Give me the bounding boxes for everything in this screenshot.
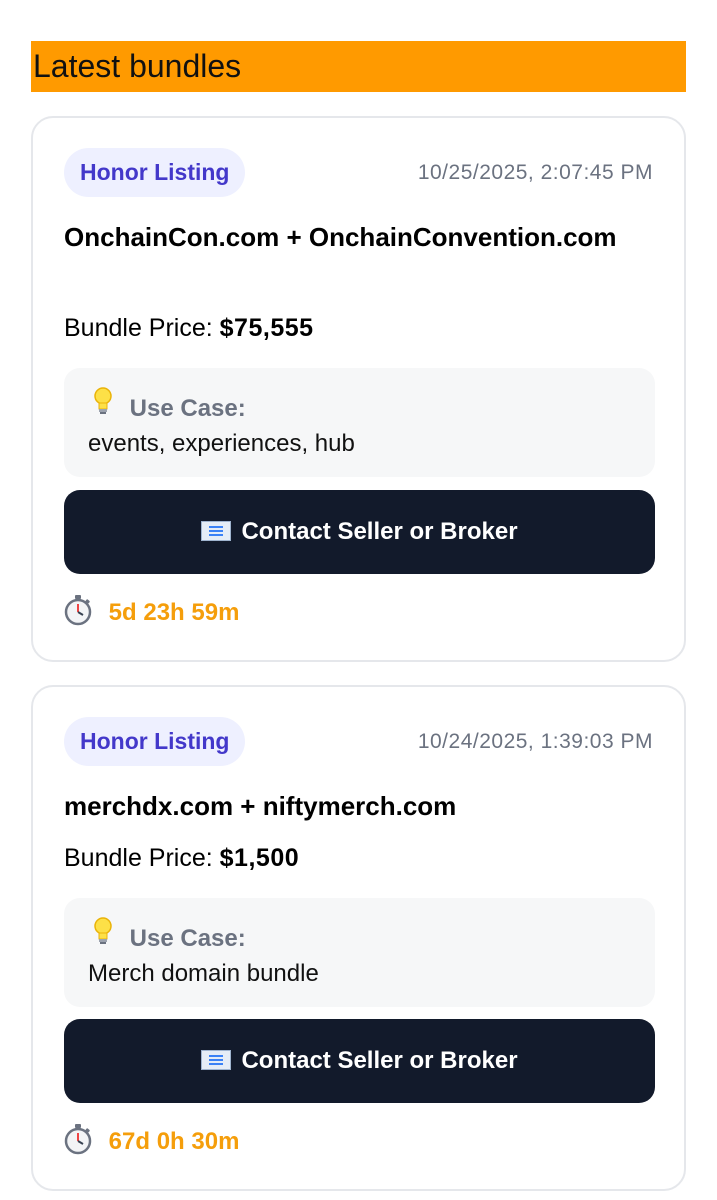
use-case-box: Use Case: events, experiences, hub [64, 368, 655, 477]
bundle-price-value: $1,500 [219, 844, 300, 872]
listing-timestamp: 10/24/2025, 1:39:03 PM [417, 730, 653, 753]
contact-seller-label: Contact Seller or Broker [241, 518, 518, 545]
bundle-price: Bundle Price: $75,555 [64, 308, 314, 348]
use-case-title: Use Case: [129, 395, 246, 422]
bundle-price-label: Bundle Price: [64, 844, 213, 872]
envelope-icon [201, 521, 232, 541]
time-remaining: 5d 23h 59m [64, 594, 239, 629]
section-title: Latest bundles [31, 41, 686, 92]
time-remaining-value: 67d 0h 30m [108, 1128, 240, 1155]
stopwatch-icon [64, 594, 92, 626]
listing-timestamp: 10/25/2025, 2:07:45 PM [417, 161, 653, 184]
bundle-price-label: Bundle Price: [64, 314, 213, 342]
bundle-domains: OnchainCon.com + OnchainConvention.com [64, 222, 617, 252]
bundle-price-value: $75,555 [219, 314, 314, 342]
use-case-heading: Use Case: [89, 916, 246, 955]
honor-listing-badge: Honor Listing [64, 717, 246, 766]
use-case-text: Merch domain bundle [88, 960, 319, 987]
contact-seller-label: Contact Seller or Broker [241, 1047, 518, 1074]
use-case-box: Use Case: Merch domain bundle [64, 898, 655, 1007]
honor-listing-badge: Honor Listing [64, 148, 246, 197]
bundle-price: Bundle Price: $1,500 [64, 838, 299, 878]
bundle-card: Honor Listing 10/25/2025, 2:07:45 PM Onc… [31, 116, 686, 662]
contact-seller-button[interactable]: Contact Seller or Broker [64, 1019, 655, 1103]
stopwatch-icon [64, 1123, 92, 1155]
bundle-domains: merchdx.com + niftymerch.com [64, 791, 457, 821]
use-case-text: events, experiences, hub [88, 430, 355, 457]
lightbulb-icon [89, 386, 117, 425]
bundle-card: Honor Listing 10/24/2025, 1:39:03 PM mer… [31, 685, 686, 1191]
use-case-title: Use Case: [129, 925, 246, 952]
time-remaining: 67d 0h 30m [64, 1123, 239, 1158]
contact-seller-button[interactable]: Contact Seller or Broker [64, 490, 655, 574]
lightbulb-icon [89, 916, 117, 955]
use-case-heading: Use Case: [89, 386, 246, 425]
time-remaining-value: 5d 23h 59m [108, 599, 240, 626]
envelope-icon [201, 1050, 232, 1070]
bundles-page: Latest bundles Honor Listing 10/25/2025,… [0, 0, 717, 1200]
